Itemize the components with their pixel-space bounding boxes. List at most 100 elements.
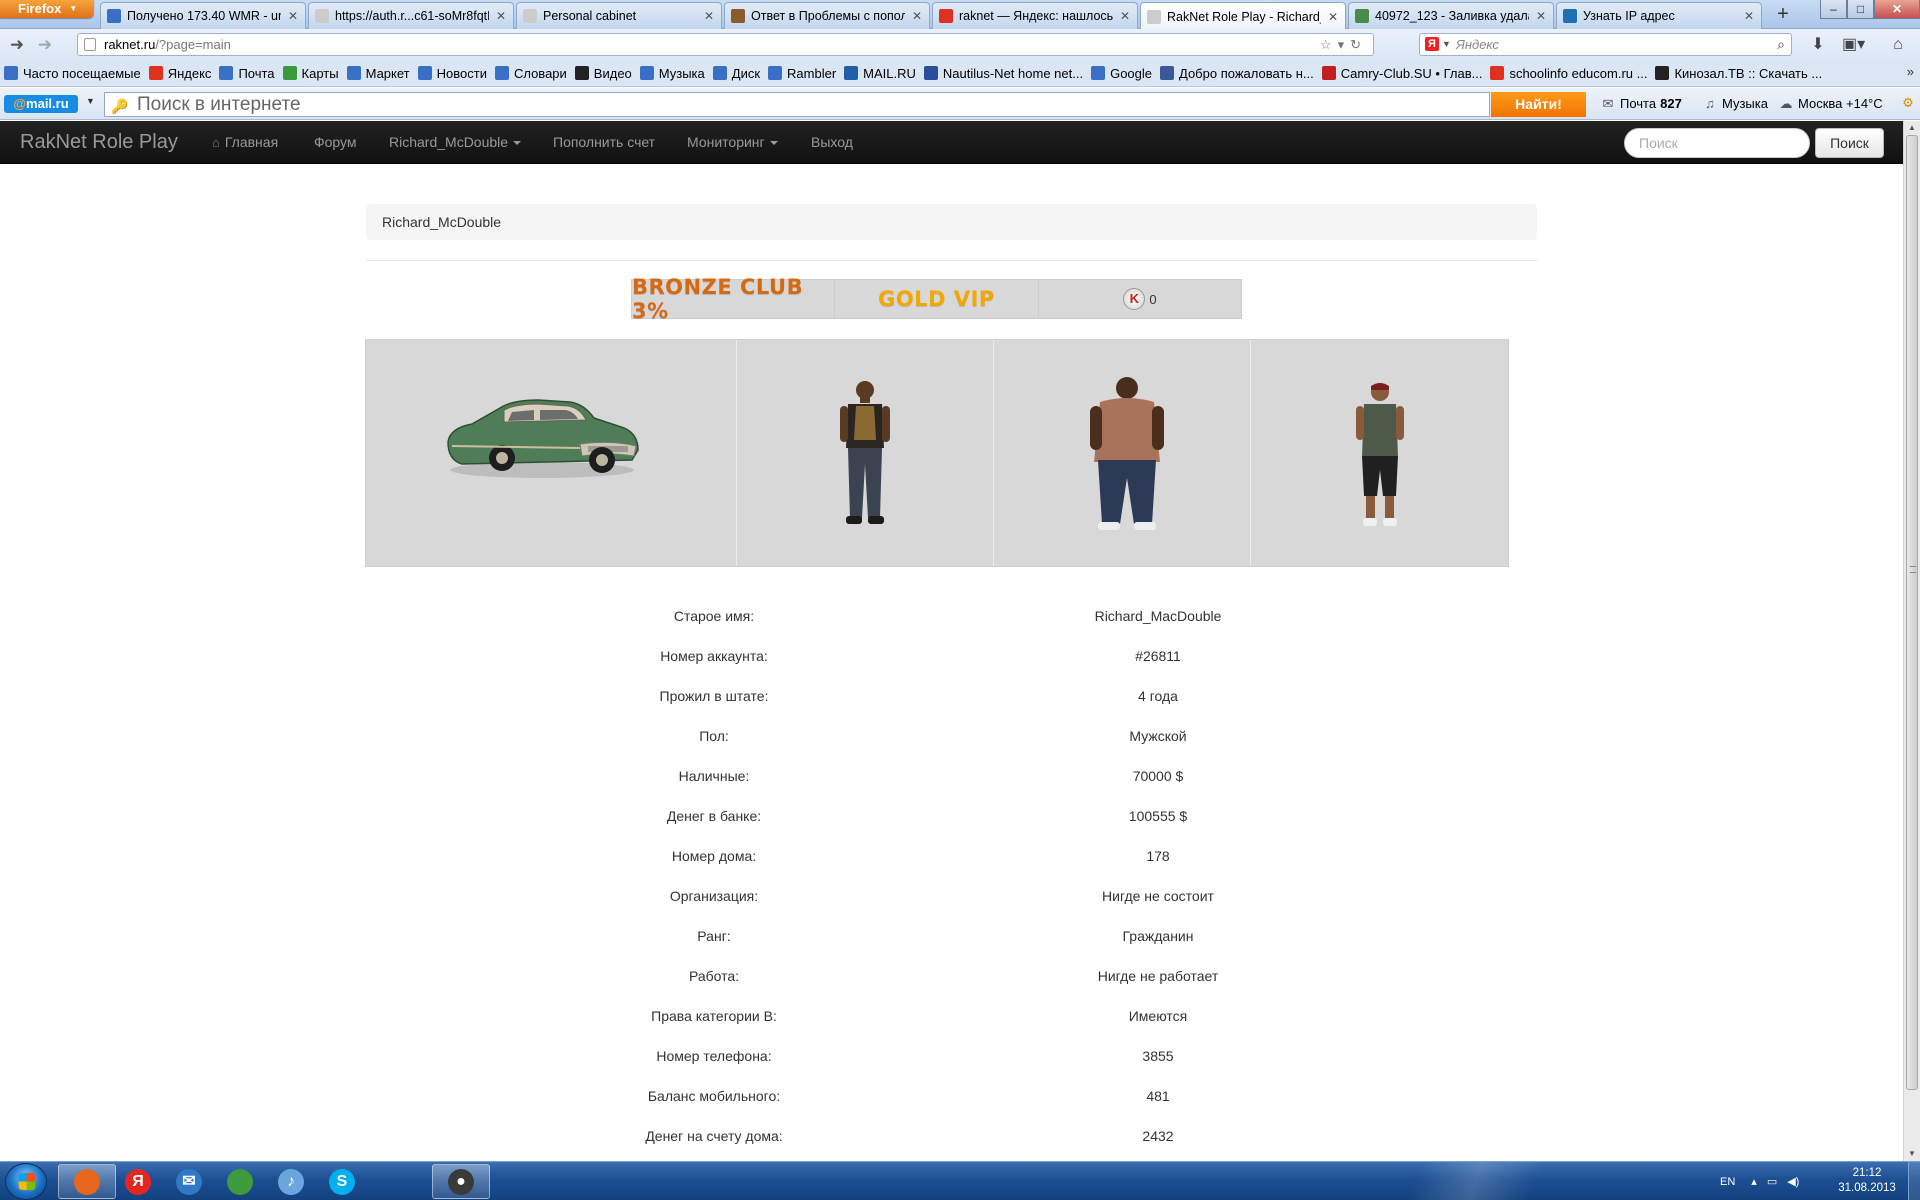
taskbar-app-chrome[interactable] xyxy=(211,1164,269,1199)
bookmark-item[interactable]: Часто посещаемые xyxy=(4,66,141,81)
bookmark-item[interactable]: Кинозал.ТВ :: Скачать ... xyxy=(1655,66,1822,81)
mailru-search-input[interactable]: 🔑 Поиск в интернете xyxy=(104,92,1490,117)
close-icon[interactable]: ✕ xyxy=(1535,9,1547,23)
chevron-down-icon[interactable]: ▼ xyxy=(1442,34,1451,55)
clock[interactable]: 21:12 31.08.2013 xyxy=(1832,1166,1902,1196)
site-search-input[interactable]: Поиск xyxy=(1624,128,1810,158)
chevron-down-icon[interactable]: ▼ xyxy=(86,96,95,106)
mailru-music-link[interactable]: ♫ Музыка xyxy=(1702,96,1768,111)
show-desktop-button[interactable] xyxy=(1908,1162,1920,1200)
yandex-engine-icon[interactable]: Я xyxy=(1425,37,1439,51)
browser-tab[interactable]: Personal cabinet ✕ xyxy=(516,2,722,29)
volume-icon[interactable]: ◀) xyxy=(1787,1175,1799,1188)
bookmark-item[interactable]: Музыка xyxy=(639,66,705,81)
maximize-button[interactable]: □ xyxy=(1847,0,1874,19)
scrollbar-thumb[interactable] xyxy=(1906,135,1918,1090)
bookmark-item[interactable]: Карты xyxy=(282,65,339,81)
close-icon[interactable]: ✕ xyxy=(1743,9,1755,23)
bookmark-favicon-icon xyxy=(4,66,18,80)
taskbar-app-mail[interactable]: ✉ xyxy=(160,1164,218,1199)
bookmark-item[interactable]: schoolinfo educom.ru ... xyxy=(1490,66,1647,81)
mailru-find-button[interactable]: Найти! xyxy=(1491,92,1586,117)
bookmark-favicon-icon xyxy=(768,66,783,80)
bookmark-item[interactable]: Яндекс xyxy=(148,66,211,81)
page-identity-icon xyxy=(84,38,96,51)
taskbar-app-yandex[interactable]: Я xyxy=(109,1164,167,1199)
new-tab-button[interactable]: + xyxy=(1770,4,1796,26)
nav-topup[interactable]: Пополнить счет xyxy=(553,121,655,164)
bookmark-item[interactable]: Видео xyxy=(574,66,632,81)
bookmarks-overflow-icon[interactable]: » xyxy=(1907,64,1914,79)
vehicle-cell xyxy=(366,340,737,566)
back-arrow-icon[interactable]: ➜ xyxy=(6,34,28,56)
bookmark-item[interactable]: Диск xyxy=(712,66,760,81)
info-value: 178 xyxy=(1146,848,1170,864)
scroll-up-arrow-icon[interactable]: ▲ xyxy=(1904,121,1920,135)
start-button[interactable] xyxy=(5,1163,47,1200)
bookmark-item[interactable]: Google xyxy=(1091,66,1152,81)
bookmark-item[interactable]: Словари xyxy=(494,66,567,81)
close-icon[interactable]: ✕ xyxy=(1327,10,1339,24)
site-search-button[interactable]: Поиск xyxy=(1815,128,1884,158)
info-row: Прожил в штате: 4 года xyxy=(0,676,1903,716)
bookmark-item[interactable]: Rambler xyxy=(768,66,836,81)
page-scrollbar[interactable]: ▲ ▼ xyxy=(1903,121,1920,1161)
close-icon[interactable]: ✕ xyxy=(287,9,299,23)
url-bar-buttons[interactable]: ☆▾↻ xyxy=(1320,34,1367,55)
info-value: 481 xyxy=(1146,1088,1170,1104)
browser-tab[interactable]: Получено 173.40 WMR - ura... ✕ xyxy=(100,2,306,29)
browser-tab[interactable]: Узнать IP адрес ✕ xyxy=(1556,2,1762,29)
url-bar[interactable]: raknet.ru/?page=main ☆▾↻ xyxy=(77,33,1374,56)
browser-tab[interactable]: RakNet Role Play - Richard_M... ✕ xyxy=(1140,2,1346,30)
taskbar-app-skype[interactable]: S xyxy=(313,1164,371,1199)
bookmark-item[interactable]: Camry-Club.SU • Глав... xyxy=(1321,66,1482,81)
tray-expand-icon[interactable]: ▴ xyxy=(1751,1175,1757,1188)
mailru-logo[interactable]: @mail.ru xyxy=(4,95,78,113)
minimize-button[interactable]: – xyxy=(1820,0,1847,19)
bookmark-item[interactable]: MAIL.RU xyxy=(844,66,916,81)
bookmark-label: Часто посещаемые xyxy=(23,65,141,81)
bookmark-label: Карты xyxy=(301,65,339,81)
network-icon[interactable]: ▭ xyxy=(1767,1175,1777,1188)
tab-title: Ответ в Проблемы с попол... xyxy=(751,9,905,23)
settings-gear-icon[interactable]: ⚙ xyxy=(1900,96,1920,110)
mailru-weather-link[interactable]: ☁ Москва +14°C xyxy=(1778,96,1883,111)
firefox-menu-button[interactable]: Firefox xyxy=(0,0,94,18)
browser-tab[interactable]: https://auth.r...c61-soMr8fqtPj ✕ xyxy=(308,2,514,29)
home-icon[interactable]: ⌂ xyxy=(1887,34,1909,56)
taskbar-app-firefox[interactable] xyxy=(58,1164,116,1199)
bookmark-item[interactable]: Новости xyxy=(417,66,487,81)
browser-tab[interactable]: raknet — Яндекс: нашлось 1... ✕ xyxy=(932,2,1138,29)
nav-logout[interactable]: Выход xyxy=(811,121,853,164)
bookmark-item[interactable]: Почта xyxy=(219,66,275,81)
browser-tab[interactable]: Ответ в Проблемы с попол... ✕ xyxy=(724,2,930,29)
site-brand[interactable]: RakNet Role Play xyxy=(20,121,178,164)
language-indicator[interactable]: EN xyxy=(1720,1176,1735,1188)
browser-search-bar[interactable]: Я ▼ Яндекс ⌕ xyxy=(1419,33,1792,56)
nav-account-dropdown[interactable]: Richard_McDouble xyxy=(389,121,522,164)
scroll-down-arrow-icon[interactable]: ▼ xyxy=(1904,1147,1920,1161)
close-icon[interactable]: ✕ xyxy=(495,9,507,23)
url-host: raknet.ru xyxy=(104,37,156,52)
browser-tab[interactable]: 40972_123 - Заливка удалась... ✕ xyxy=(1348,2,1554,29)
bookmarks-menu-icon[interactable]: ▣▾ xyxy=(1842,34,1865,56)
taskbar-app-audio[interactable]: ♪ xyxy=(262,1164,320,1199)
close-window-button[interactable]: ✕ xyxy=(1874,0,1920,19)
key-icon: 🔑 xyxy=(111,98,129,114)
nav-home[interactable]: ⌂ Главная xyxy=(212,121,278,164)
close-icon[interactable]: ✕ xyxy=(1119,9,1131,23)
bookmark-item[interactable]: Добро пожаловать н... xyxy=(1160,66,1314,81)
forward-arrow-icon[interactable]: ➔ xyxy=(34,34,56,56)
downloads-icon[interactable]: ⬇ xyxy=(1807,34,1829,56)
close-icon[interactable]: ✕ xyxy=(911,9,923,23)
mailru-mail-link[interactable]: ✉ Почта 827 xyxy=(1600,96,1682,111)
browser-nav-bar: ➜ ➔ raknet.ru/?page=main ☆▾↻ Я ▼ Яндекс … xyxy=(0,29,1920,60)
search-icon[interactable]: ⌕ xyxy=(1777,34,1785,55)
bookmark-item[interactable]: Nautilus-Net home net... xyxy=(923,66,1083,81)
taskbar-app-steam[interactable]: ● xyxy=(432,1164,490,1199)
mailru-music-label: Музыка xyxy=(1722,96,1768,111)
bookmark-item[interactable]: Маркет xyxy=(346,66,410,81)
nav-monitoring-dropdown[interactable]: Мониторинг xyxy=(687,121,778,164)
close-icon[interactable]: ✕ xyxy=(703,9,715,23)
nav-forum[interactable]: Форум xyxy=(314,121,357,164)
